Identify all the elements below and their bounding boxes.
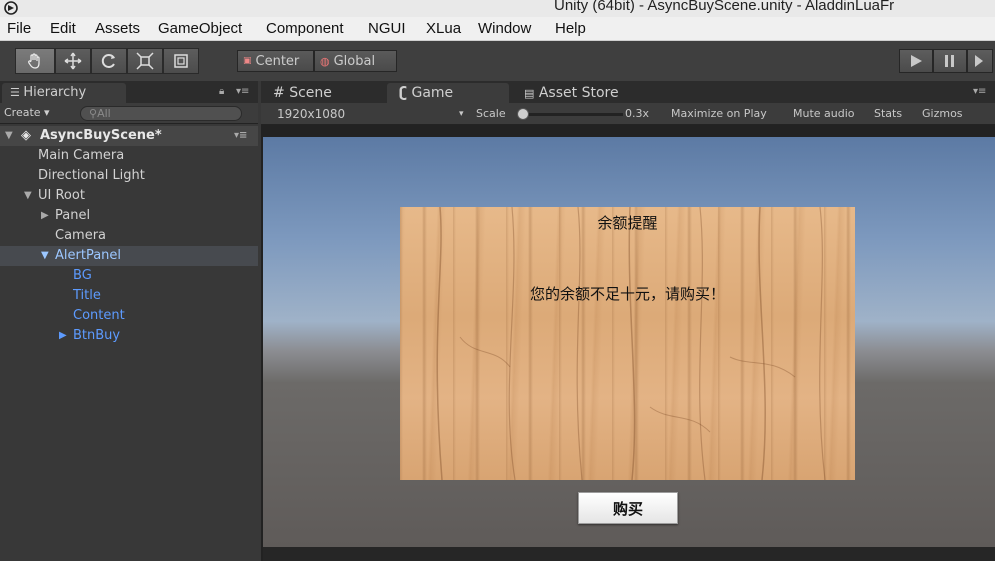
- tab-hierarchy[interactable]: ☰ Hierarchy: [2, 83, 126, 103]
- alert-title: 余额提醒: [597, 214, 658, 232]
- expand-arrow-icon[interactable]: ▼: [41, 246, 49, 266]
- hierarchy-tab-bar: ☰ Hierarchy 🔒︎ ▾≡: [0, 81, 258, 103]
- collapse-arrow-icon[interactable]: ▶: [59, 326, 67, 346]
- pause-icon[interactable]: [933, 49, 967, 73]
- collapse-arrow-icon[interactable]: ▶: [41, 206, 49, 226]
- transform-tools: [15, 48, 199, 74]
- game-view-bottom-bar: [263, 547, 995, 561]
- menu-window[interactable]: Window: [478, 20, 531, 37]
- hierarchy-search-input[interactable]: ⚲All: [80, 106, 242, 121]
- create-button[interactable]: Create ▾: [4, 106, 50, 119]
- store-icon: ▤: [524, 87, 535, 100]
- menu-xlua[interactable]: XLua: [426, 20, 461, 37]
- window-title: Unity (64bit) - AsyncBuyScene.unity - Al…: [554, 0, 895, 14]
- scene-menu-icon[interactable]: ▾≡: [234, 126, 247, 146]
- scale-slider-handle[interactable]: [517, 108, 529, 120]
- tree-item-camera[interactable]: Camera: [0, 226, 258, 246]
- move-tool-icon[interactable]: [55, 48, 91, 74]
- globe-icon: ◍: [320, 54, 330, 68]
- wood-grain-texture: [436, 207, 826, 480]
- menu-help[interactable]: Help: [555, 20, 586, 37]
- lock-icon[interactable]: 🔒︎: [219, 86, 224, 97]
- expand-arrow-icon[interactable]: ▼: [24, 186, 32, 206]
- mute-audio-toggle[interactable]: Mute audio: [793, 107, 855, 120]
- menu-assets[interactable]: Assets: [95, 20, 140, 37]
- playback-controls: [899, 49, 993, 73]
- main-toolbar: ▣ Center ◍ Global: [0, 41, 995, 81]
- menu-ngui[interactable]: NGUI: [368, 20, 406, 37]
- search-icon: ⚲: [89, 107, 98, 120]
- pacman-icon: ʗ: [399, 85, 408, 101]
- hand-tool-icon[interactable]: [15, 48, 55, 74]
- pivot-icon: ▣: [243, 56, 252, 66]
- rotate-tool-icon[interactable]: [91, 48, 127, 74]
- tree-item-bg[interactable]: BG: [0, 266, 258, 286]
- tree-item-btnbuy[interactable]: ▶ BtnBuy: [0, 326, 258, 346]
- unity-scene-icon: ◈: [21, 128, 31, 143]
- step-icon[interactable]: [967, 49, 993, 73]
- panel-menu-icon[interactable]: ▾≡: [973, 86, 986, 97]
- resolution-dropdown[interactable]: 1920x1080: [277, 107, 345, 121]
- tree-item-directional-light[interactable]: Directional Light: [0, 166, 258, 186]
- grid-icon: #: [273, 85, 285, 101]
- menu-component[interactable]: Component: [266, 20, 344, 37]
- rect-tool-icon[interactable]: [163, 48, 199, 74]
- pivot-center-button[interactable]: ▣ Center: [237, 50, 314, 72]
- maximize-on-play-toggle[interactable]: Maximize on Play: [671, 107, 767, 120]
- menu-bar: File Edit Assets GameObject Component NG…: [0, 17, 995, 41]
- tree-item-ui-root[interactable]: ▼ UI Root: [0, 186, 258, 206]
- scale-value: 0.3x: [625, 107, 650, 120]
- hierarchy-tree: ▼ ◈ AsyncBuyScene* ▾≡ Main Camera Direct…: [0, 124, 258, 561]
- tab-asset-store[interactable]: ▤ Asset Store: [512, 83, 636, 103]
- stats-toggle[interactable]: Stats: [874, 107, 902, 120]
- scale-slider-track[interactable]: [523, 113, 623, 116]
- menu-edit[interactable]: Edit: [50, 20, 76, 37]
- tree-item-panel[interactable]: ▶ Panel: [0, 206, 258, 226]
- scale-tool-icon[interactable]: [127, 48, 163, 74]
- tree-item-main-camera[interactable]: Main Camera: [0, 146, 258, 166]
- menu-gameobject[interactable]: GameObject: [158, 20, 242, 37]
- gizmos-dropdown[interactable]: Gizmos: [922, 107, 963, 120]
- tab-scene[interactable]: # Scene: [261, 83, 385, 103]
- expand-arrow-icon[interactable]: ▼: [5, 126, 13, 146]
- list-icon: ☰: [10, 86, 24, 99]
- game-toolbar: 1920x1080 ▾ Scale 0.3x Maximize on Play …: [261, 103, 995, 125]
- chevron-down-icon[interactable]: ▾: [459, 109, 464, 119]
- tree-item-alertpanel[interactable]: ▼ AlertPanel: [0, 246, 258, 266]
- window-title-bar: Unity (64bit) - AsyncBuyScene.unity - Al…: [0, 0, 995, 17]
- panel-menu-icon[interactable]: ▾≡: [236, 86, 249, 97]
- menu-file[interactable]: File: [7, 20, 31, 37]
- alert-content: 您的余额不足十元，请购买！: [529, 285, 725, 303]
- scene-row[interactable]: ▼ ◈ AsyncBuyScene* ▾≡: [0, 126, 258, 146]
- view-tab-bar: # Scene ʗ Game ▤ Asset Store ▾≡: [261, 81, 995, 103]
- hierarchy-toolbar: Create ▾ ⚲All: [0, 103, 258, 124]
- play-icon[interactable]: [899, 49, 933, 73]
- space-global-button[interactable]: ◍ Global: [314, 50, 397, 72]
- tab-game[interactable]: ʗ Game: [387, 83, 509, 103]
- unity-logo-icon: [4, 1, 18, 15]
- tree-item-title[interactable]: Title: [0, 286, 258, 306]
- scale-label: Scale: [476, 107, 506, 120]
- buy-button[interactable]: 购买: [578, 492, 678, 524]
- alert-panel-background: 余额提醒 您的余额不足十元，请购买！: [400, 207, 855, 480]
- tree-item-content[interactable]: Content: [0, 306, 258, 326]
